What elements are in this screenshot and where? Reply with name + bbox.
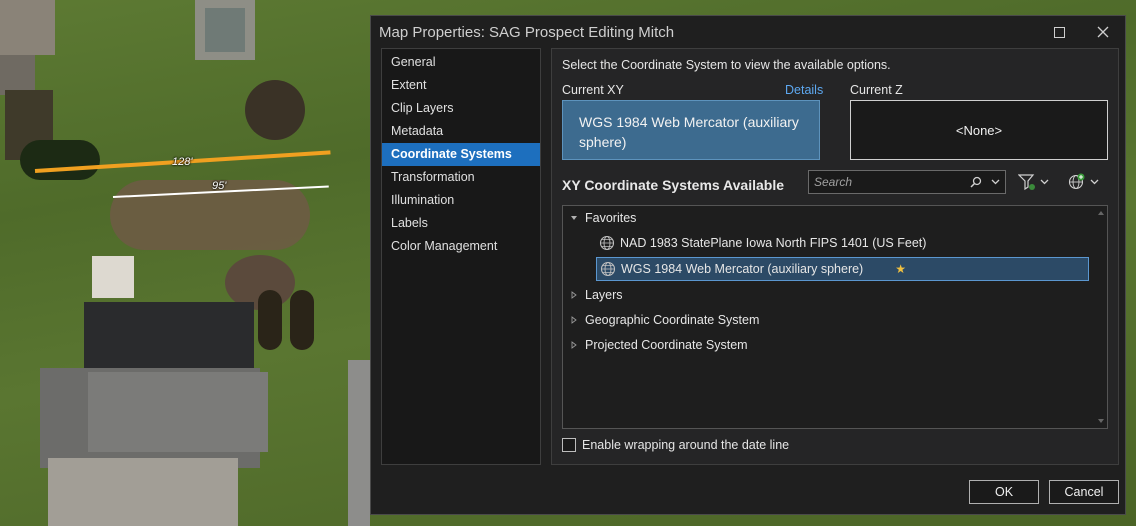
- current-xy-box[interactable]: WGS 1984 Web Mercator (auxiliary sphere): [562, 100, 820, 160]
- filter-button[interactable]: [1018, 171, 1049, 193]
- tree-node-label: Layers: [585, 288, 623, 302]
- map-properties-dialog: Map Properties: SAG Prospect Editing Mit…: [370, 15, 1126, 515]
- tree-item-label: WGS 1984 Web Mercator (auxiliary sphere): [621, 262, 864, 276]
- tree: [245, 80, 305, 140]
- globe-add-icon: [1068, 173, 1085, 190]
- wrap-dateline-label: Enable wrapping around the date line: [582, 438, 790, 452]
- pool-structure: [205, 8, 245, 52]
- properties-nav: General Extent Clip Layers Metadata Coor…: [381, 48, 541, 465]
- search-icon[interactable]: [967, 176, 985, 188]
- expand-triangle-icon[interactable]: [567, 291, 581, 299]
- chevron-down-icon: [1040, 179, 1049, 185]
- neighbor-roof: [348, 360, 370, 526]
- wrap-dateline-option: Enable wrapping around the date line: [562, 438, 789, 452]
- tree-row: [20, 140, 100, 180]
- cancel-button[interactable]: Cancel: [1049, 480, 1119, 504]
- measurement-label-95: 95': [212, 180, 227, 192]
- nav-item-clip-layers[interactable]: Clip Layers: [382, 97, 540, 120]
- current-z-box[interactable]: <None>: [850, 100, 1108, 160]
- close-icon: [1097, 26, 1109, 38]
- globe-icon: [599, 235, 615, 251]
- maximize-icon: [1053, 26, 1065, 38]
- tree-item-wgs1984-web-mercator[interactable]: WGS 1984 Web Mercator (auxiliary sphere)…: [596, 257, 1089, 281]
- expand-triangle-icon[interactable]: [567, 341, 581, 349]
- house-roof: [88, 372, 268, 452]
- dialog-title: Map Properties: SAG Prospect Editing Mit…: [379, 23, 675, 41]
- collapse-triangle-icon[interactable]: [567, 214, 581, 222]
- tree-node-label: Geographic Coordinate System: [585, 313, 760, 327]
- nav-item-extent[interactable]: Extent: [382, 74, 540, 97]
- gazebo: [92, 256, 134, 298]
- nav-item-transformation[interactable]: Transformation: [382, 166, 540, 189]
- hedge: [258, 290, 282, 350]
- tree-item-label: NAD 1983 StatePlane Iowa North FIPS 1401…: [620, 236, 927, 250]
- driveway: [48, 458, 238, 526]
- tree-node-geographic[interactable]: Geographic Coordinate System: [567, 308, 759, 332]
- neighbor-roof: [0, 0, 55, 55]
- details-link[interactable]: Details: [785, 83, 823, 97]
- nav-item-coordinate-systems[interactable]: Coordinate Systems: [382, 143, 540, 166]
- globe-icon: [600, 261, 616, 277]
- tree-item-nad1983-iowa-north[interactable]: NAD 1983 StatePlane Iowa North FIPS 1401…: [599, 231, 926, 255]
- scroll-up-icon[interactable]: [1098, 211, 1104, 215]
- nav-item-metadata[interactable]: Metadata: [382, 120, 540, 143]
- tree-node-layers[interactable]: Layers: [567, 283, 623, 307]
- scroll-down-icon[interactable]: [1098, 419, 1104, 423]
- hedge: [290, 290, 314, 350]
- available-systems-heading: XY Coordinate Systems Available: [562, 177, 785, 193]
- coordinate-systems-panel: Select the Coordinate System to view the…: [551, 48, 1119, 465]
- nav-item-color-management[interactable]: Color Management: [382, 235, 540, 258]
- nav-item-illumination[interactable]: Illumination: [382, 189, 540, 212]
- tree-node-label: Favorites: [585, 211, 637, 225]
- tree-scrollbar[interactable]: [1095, 206, 1107, 428]
- tree-node-label: Projected Coordinate System: [585, 338, 748, 352]
- wrap-dateline-checkbox[interactable]: [562, 438, 576, 452]
- expand-triangle-icon[interactable]: [567, 316, 581, 324]
- coordinate-systems-tree: Favorites NAD 1983 StatePlane Iowa North…: [562, 205, 1108, 429]
- add-coordinate-system-button[interactable]: [1068, 171, 1099, 193]
- tree-node-favorites[interactable]: Favorites: [567, 206, 636, 230]
- instruction-text: Select the Coordinate System to view the…: [562, 58, 891, 72]
- nav-item-general[interactable]: General: [382, 51, 540, 74]
- favorite-star-icon[interactable]: ★: [895, 262, 906, 276]
- chevron-down-icon: [1090, 179, 1099, 185]
- neighbor-roof: [0, 55, 35, 95]
- house-roof-dark: [84, 302, 254, 377]
- search-options-chevron-icon[interactable]: [985, 179, 1005, 185]
- ok-button[interactable]: OK: [969, 480, 1039, 504]
- maximize-button[interactable]: [1037, 16, 1081, 48]
- search-box: [808, 170, 1006, 194]
- search-input[interactable]: [809, 175, 967, 189]
- dialog-titlebar[interactable]: Map Properties: SAG Prospect Editing Mit…: [371, 16, 1125, 48]
- filter-icon: [1018, 174, 1035, 191]
- nav-item-labels[interactable]: Labels: [382, 212, 540, 235]
- measurement-label-128: 128': [172, 156, 193, 168]
- close-button[interactable]: [1081, 16, 1125, 48]
- current-z-label: Current Z: [850, 83, 903, 97]
- current-xy-label: Current XY: [562, 83, 624, 97]
- tree-node-projected[interactable]: Projected Coordinate System: [567, 333, 748, 357]
